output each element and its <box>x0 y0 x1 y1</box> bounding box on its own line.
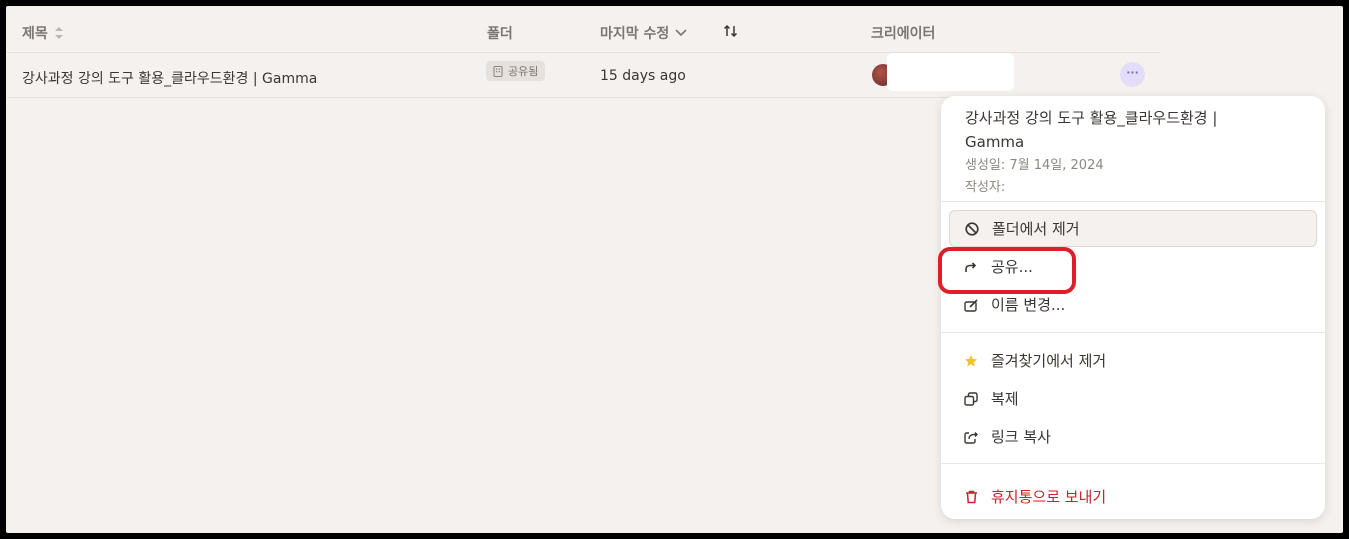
copy-icon <box>963 391 979 407</box>
menu-created-date: 생성일: 7월 14일, 2024 <box>965 158 1104 173</box>
column-header-modified[interactable]: 마지막 수정 <box>600 23 687 43</box>
table-row[interactable]: 강사과정 강의 도구 활용_클라우드환경 | Gamma 공유됨 15 days… <box>6 53 1160 98</box>
menu-title: 강사과정 강의 도구 활용_클라우드환경 | Gamma <box>965 109 1218 151</box>
folder-chip: 공유됨 <box>486 61 546 81</box>
row-modified: 15 days ago <box>600 68 686 84</box>
share-highlight-annotation <box>938 247 1076 294</box>
menu-item-duplicate[interactable]: 복제 <box>949 380 1317 417</box>
menu-header: 강사과정 강의 도구 활용_클라우드환경 | Gamma 생성일: 7월 14일… <box>941 96 1325 202</box>
column-header-title[interactable]: 제목 <box>22 23 64 43</box>
more-icon: ··· <box>1126 66 1139 79</box>
prohibited-icon <box>964 221 980 237</box>
menu-author: 작성자: <box>965 180 1006 195</box>
context-menu: 강사과정 강의 도구 활용_클라우드환경 | Gamma 생성일: 7월 14일… <box>941 96 1325 519</box>
menu-section-actions: 즐겨찾기에서 제거 복제 링크 복사 <box>941 333 1325 464</box>
more-options-button[interactable]: ··· <box>1120 62 1145 87</box>
menu-item-remove-favorite[interactable]: 즐겨찾기에서 제거 <box>949 342 1317 379</box>
trash-icon <box>963 489 979 505</box>
sort-toggle-button[interactable] <box>723 23 739 39</box>
chevron-down-icon <box>675 29 687 37</box>
creator-name-redacted <box>887 53 1014 91</box>
column-header-folder[interactable]: 폴더 <box>487 23 513 43</box>
menu-item-copy-link[interactable]: 링크 복사 <box>949 418 1317 455</box>
row-title[interactable]: 강사과정 강의 도구 활용_클라우드환경 | Gamma <box>22 68 317 88</box>
sort-icon <box>54 27 63 39</box>
menu-item-remove-from-folder[interactable]: 폴더에서 제거 <box>949 210 1317 247</box>
external-share-icon <box>963 429 979 445</box>
table-header: 제목 폴더 마지막 수정 크리에이터 <box>6 6 1160 53</box>
column-header-creator[interactable]: 크리에이터 <box>871 23 935 43</box>
app-frame: 제목 폴더 마지막 수정 크리에이터 강사과정 강의 도구 활용_클라우드환경 … <box>6 6 1343 533</box>
building-icon <box>493 65 503 77</box>
sort-arrows-icon <box>723 24 738 38</box>
edit-icon <box>963 297 979 313</box>
star-icon <box>963 353 979 369</box>
menu-item-move-to-trash[interactable]: 휴지통으로 보내기 <box>949 478 1317 515</box>
